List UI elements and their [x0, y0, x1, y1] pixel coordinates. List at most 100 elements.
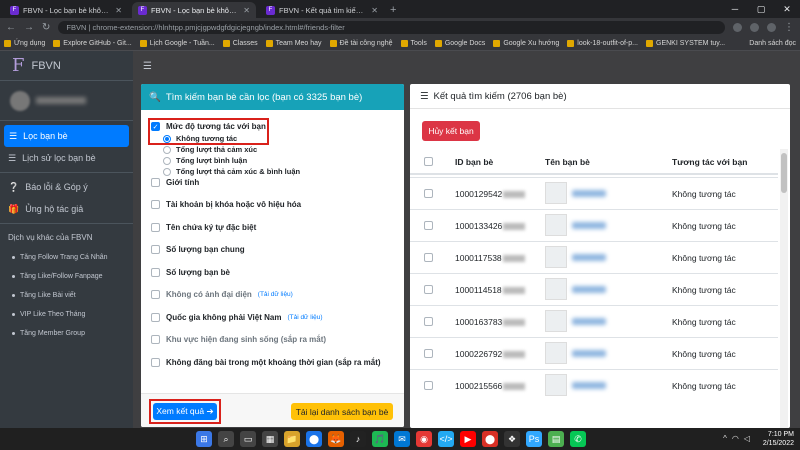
service-link[interactable]: VIP Like Theo Tháng — [0, 305, 133, 324]
filter-checkbox[interactable] — [151, 177, 160, 187]
bookmark-item[interactable]: Explore GitHub - Git... — [53, 39, 132, 47]
filter-checkbox[interactable] — [151, 335, 160, 345]
sidebar-item-extra-1[interactable]: 🎁 Ủng hộ tác giả — [0, 198, 133, 220]
minimize-icon[interactable]: ─ — [722, 0, 748, 18]
interaction-radio-option[interactable]: Tổng lượt thả cảm xúc — [141, 144, 404, 155]
filter-option[interactable]: Số lượng bạn chung — [141, 239, 404, 262]
row-checkbox[interactable] — [424, 285, 433, 294]
filter-option[interactable]: Giới tính — [141, 171, 404, 194]
reload-icon[interactable]: ↻ — [42, 22, 50, 33]
friend-name-blurred[interactable] — [572, 318, 606, 325]
browser-tab[interactable]: F FBVN - Lọc bạn bè không tương tác ✕ — [4, 2, 128, 18]
filter-option[interactable]: Tài khoản bị khóa hoặc vô hiệu hóa — [141, 194, 404, 217]
profile-icon[interactable] — [767, 22, 776, 32]
extension-icon[interactable] — [750, 22, 759, 32]
radio-button[interactable] — [163, 145, 171, 154]
row-checkbox[interactable] — [424, 317, 433, 326]
bookmark-item[interactable]: Đề tài công nghệ — [329, 39, 393, 47]
tab-close-icon[interactable]: ✕ — [243, 6, 250, 15]
radio-button[interactable] — [163, 156, 171, 165]
taskbar-app-icon[interactable]: ▭ — [240, 431, 256, 447]
taskbar-app-icon[interactable]: ⬤ — [482, 431, 498, 447]
taskbar-app-icon[interactable]: 🎵 — [372, 431, 388, 447]
volume-icon[interactable]: ◁ — [744, 434, 750, 443]
table-row[interactable]: 1000226792 Không tương tác — [410, 337, 778, 369]
reload-friends-button[interactable]: Tải lại danh sách bạn bè — [291, 403, 393, 420]
filter-checkbox[interactable] — [151, 267, 160, 277]
taskbar-app-icon[interactable]: ◉ — [416, 431, 432, 447]
table-row[interactable]: 1000133426 Không tương tác — [410, 209, 778, 241]
close-window-icon[interactable]: ✕ — [774, 0, 800, 18]
load-data-link[interactable]: (Tải dữ liệu) — [287, 314, 322, 321]
table-row[interactable]: 1000163783 Không tương tác — [410, 305, 778, 337]
bookmark-item[interactable]: Classes — [222, 39, 258, 47]
load-data-link[interactable]: (Tải dữ liệu) — [258, 291, 293, 298]
reading-list[interactable]: Danh sách đọc — [749, 40, 796, 47]
filter-option[interactable]: Quốc gia không phải Việt Nam (Tải dữ liệu… — [141, 306, 404, 329]
table-row[interactable]: 1000215566 Không tương tác — [410, 369, 778, 401]
taskbar-app-icon[interactable]: ▤ — [548, 431, 564, 447]
filter-option[interactable]: Không có ảnh đại diện (Tải dữ liệu) — [141, 284, 404, 307]
maximize-icon[interactable]: ▢ — [748, 0, 774, 18]
bookmark-item[interactable]: Lịch Google - Tuần... — [139, 39, 215, 47]
filter-checkbox[interactable] — [151, 245, 160, 255]
tab-close-icon[interactable]: ✕ — [371, 6, 378, 15]
filter-checkbox[interactable] — [151, 357, 160, 367]
taskbar-app-icon[interactable]: </> — [438, 431, 454, 447]
taskbar-app-icon[interactable]: ⌕ — [218, 431, 234, 447]
bookmark-item[interactable]: Tools — [400, 39, 427, 47]
friend-name-blurred[interactable] — [572, 254, 606, 261]
hamburger-menu-icon[interactable]: ☰ — [143, 61, 152, 72]
taskbar-app-icon[interactable]: ♪ — [350, 431, 366, 447]
scrollbar-thumb[interactable] — [781, 153, 787, 193]
url-input[interactable]: FBVN | chrome-extension:// hlnhtpp.pmjcj… — [58, 20, 725, 34]
taskbar-app-icon[interactable]: ✆ — [570, 431, 586, 447]
sidebar-item-0[interactable]: ☰ Lọc bạn bè — [4, 125, 129, 147]
friend-name-blurred[interactable] — [572, 222, 606, 229]
filter-option[interactable]: Không đăng bài trong một khoảng thời gia… — [141, 351, 404, 374]
browser-tab[interactable]: F FBVN - Lọc bạn bè không tương tác ✕ — [132, 2, 256, 18]
taskbar-app-icon[interactable]: ❖ — [504, 431, 520, 447]
browser-tab[interactable]: F FBVN - Kết quả tìm kiếm - filte ✕ — [260, 2, 384, 18]
sidebar-item-1[interactable]: ☰ Lịch sử lọc bạn bè — [0, 147, 133, 169]
extension-icon[interactable] — [733, 22, 742, 32]
taskbar-app-icon[interactable]: ⬤ — [306, 431, 322, 447]
service-link[interactable]: Tăng Member Group — [0, 324, 133, 343]
back-icon[interactable]: ← — [6, 22, 16, 33]
bookmark-item[interactable]: Ứng dụng — [4, 39, 45, 47]
table-row[interactable]: 1000129542 Không tương tác — [410, 177, 778, 209]
friend-name-blurred[interactable] — [572, 286, 606, 293]
row-checkbox[interactable] — [424, 349, 433, 358]
taskbar-app-icon[interactable]: ▦ — [262, 431, 278, 447]
user-panel[interactable] — [0, 81, 133, 121]
bookmark-item[interactable]: Google Xu hướng — [493, 39, 559, 47]
row-checkbox[interactable] — [424, 221, 433, 230]
filter-checkbox[interactable] — [151, 200, 160, 210]
service-link[interactable]: Tăng Like/Follow Fanpage — [0, 267, 133, 286]
row-checkbox[interactable] — [424, 381, 433, 390]
taskbar-app-icon[interactable]: Ps — [526, 431, 542, 447]
wifi-icon[interactable]: ◠ — [732, 434, 739, 443]
friend-name-blurred[interactable] — [572, 382, 606, 389]
service-link[interactable]: Tăng Like Bài viết — [0, 286, 133, 305]
taskbar-app-icon[interactable]: ▶ — [460, 431, 476, 447]
forward-icon[interactable]: → — [24, 22, 34, 33]
row-checkbox[interactable] — [424, 189, 433, 198]
unfriend-button[interactable]: Hủy kết bạn — [422, 121, 480, 141]
bookmark-item[interactable]: Team Meo hay — [265, 39, 322, 47]
taskbar-app-icon[interactable]: 🦊 — [328, 431, 344, 447]
taskbar-app-icon[interactable]: ✉ — [394, 431, 410, 447]
filter-checkbox[interactable] — [151, 312, 160, 322]
taskbar-app-icon[interactable]: 📁 — [284, 431, 300, 447]
scrollbar[interactable] — [780, 149, 788, 428]
filter-option[interactable]: Khu vực hiện đang sinh sống (sắp ra mắt) — [141, 329, 404, 352]
friend-name-blurred[interactable] — [572, 350, 606, 357]
filter-checkbox[interactable] — [151, 290, 160, 300]
clock[interactable]: 7:10 PM 2/15/2022 — [763, 430, 794, 448]
select-all-checkbox[interactable] — [424, 157, 433, 166]
bookmark-item[interactable]: Google Docs — [434, 39, 485, 47]
table-row[interactable]: 1000114518 Không tương tác — [410, 273, 778, 305]
filter-checkbox[interactable] — [151, 222, 160, 232]
interaction-radio-option[interactable]: Tổng lượt bình luận — [141, 155, 404, 166]
brand[interactable]: F FBVN — [0, 51, 133, 81]
